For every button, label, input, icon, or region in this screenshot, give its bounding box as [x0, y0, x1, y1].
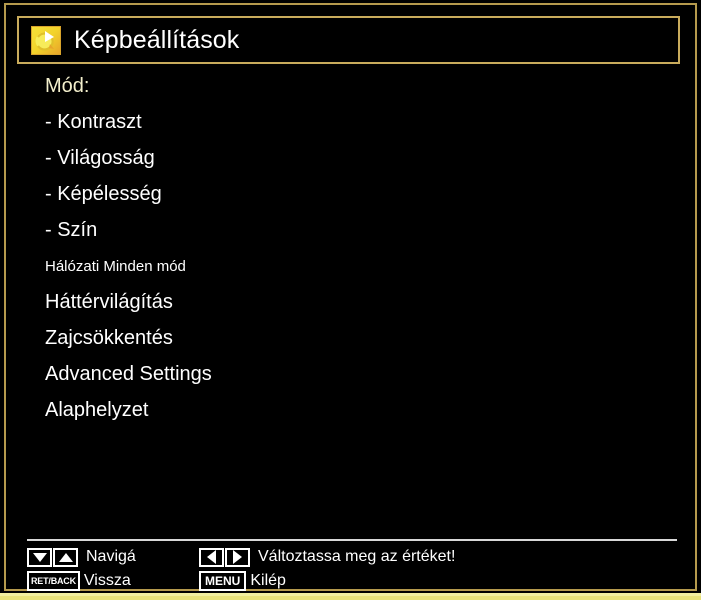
- row-label-colour: - Szín: [45, 218, 98, 241]
- footer-navigate-hint: Navigá: [27, 547, 136, 567]
- menu-key[interactable]: MENU: [199, 571, 247, 591]
- right-arrow-key[interactable]: [225, 547, 250, 567]
- settings-row-colour[interactable]: - Szín 40: [17, 212, 680, 248]
- settings-list: Mód: ‹ Dinamikus › - Kontraszt 63: [17, 68, 680, 428]
- down-arrow-key[interactable]: [27, 547, 52, 567]
- footer-back-hint: RET/BACK Vissza: [27, 571, 131, 591]
- row-control-reset: OK: [347, 392, 680, 428]
- navigate-label: Navigá: [86, 548, 136, 565]
- settings-row-advanced-settings[interactable]: Advanced Settings OK: [17, 356, 680, 392]
- row-label-backlight: Háttérvilágítás: [45, 290, 173, 313]
- footer-exit-hint: MENU Kilép: [199, 571, 286, 591]
- row-label-noise-reduction: Zajcsökkentés: [45, 326, 173, 349]
- row-control-contrast: 63: [347, 104, 680, 140]
- footer-row-2: RET/BACK Vissza MENU Kilép: [27, 569, 677, 593]
- tv-picture-settings-screen: Képbeállítások Mód: ‹ Dinamikus › - Kont…: [0, 0, 701, 600]
- change-value-label: Változtassa meg az értéket!: [258, 548, 456, 565]
- footer-change-value-hint: Változtassa meg az értéket!: [199, 547, 456, 567]
- row-control-network-all-mode: Ki: [347, 248, 680, 284]
- row-control-brightness: 32: [347, 140, 680, 176]
- back-label: Vissza: [83, 572, 131, 589]
- settings-row-backlight[interactable]: Háttérvilágítás Közepes: [17, 284, 680, 320]
- row-control-backlight: Közepes: [347, 284, 680, 320]
- settings-row-network-all-mode[interactable]: Hálózati Minden mód Ki: [17, 248, 680, 284]
- settings-row-sharpness[interactable]: - Képélesség 24: [17, 176, 680, 212]
- row-label-mode: Mód:: [45, 74, 90, 97]
- row-control-sharpness: 24: [347, 176, 680, 212]
- settings-row-contrast[interactable]: - Kontraszt 63: [17, 104, 680, 140]
- left-arrow-key[interactable]: [199, 547, 224, 567]
- row-label-brightness: - Világosság: [45, 146, 155, 169]
- footer-help-bar: Navigá Változtassa meg az értéket! RET/B…: [27, 545, 677, 593]
- settings-row-noise-reduction[interactable]: Zajcsökkentés Közepes: [17, 320, 680, 356]
- up-arrow-key[interactable]: [53, 547, 78, 567]
- row-control-noise-reduction: Közepes: [347, 320, 680, 356]
- row-control-mode: ‹ Dinamikus ›: [347, 68, 680, 104]
- row-label-advanced-settings: Advanced Settings: [45, 362, 212, 385]
- settings-row-mode[interactable]: Mód: ‹ Dinamikus ›: [17, 68, 680, 104]
- row-label-sharpness: - Képélesség: [45, 182, 162, 205]
- footer-separator: [27, 539, 677, 541]
- page-title: Képbeállítások: [74, 25, 240, 54]
- navigate-keys: [27, 547, 79, 567]
- menu-title-bar: Képbeállítások: [17, 16, 680, 64]
- ret-back-key[interactable]: RET/BACK: [27, 571, 80, 591]
- change-value-keys: [199, 547, 251, 567]
- row-control-advanced-settings: OK: [347, 356, 680, 392]
- picture-settings-icon: [31, 25, 61, 55]
- exit-label: Kilép: [250, 572, 286, 589]
- settings-row-brightness[interactable]: - Világosság 32: [17, 140, 680, 176]
- row-control-colour: 40: [347, 212, 680, 248]
- bottom-accent-bar-highlight: [0, 593, 701, 596]
- settings-row-reset[interactable]: Alaphelyzet OK: [17, 392, 680, 428]
- row-label-contrast: - Kontraszt: [45, 110, 142, 133]
- footer-row-1: Navigá Változtassa meg az értéket!: [27, 545, 677, 569]
- row-label-reset: Alaphelyzet: [45, 398, 149, 421]
- row-label-network-all-mode: Hálózati Minden mód: [45, 257, 186, 275]
